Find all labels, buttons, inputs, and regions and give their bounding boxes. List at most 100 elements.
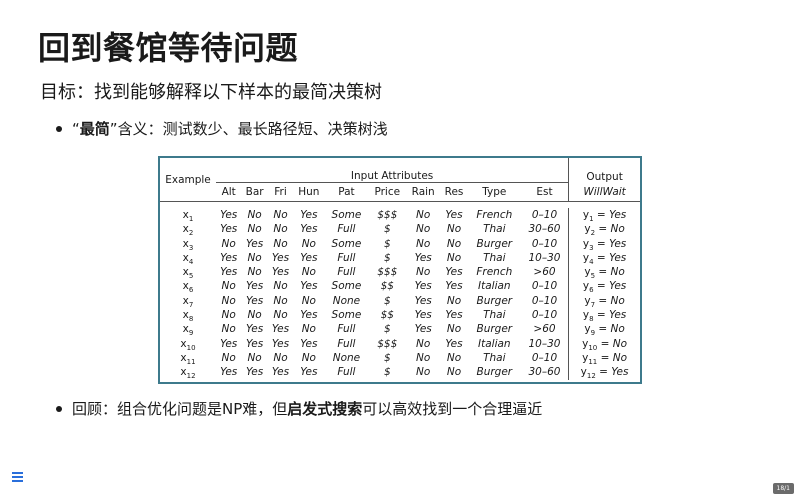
table-cell: Yes: [220, 223, 238, 236]
bullet-recall: 回顾：组合优化问题是NP难，但 启发式搜索 可以高效找到一个合理逼近: [56, 398, 542, 420]
table-cell: Full: [337, 323, 356, 336]
table-cell: Yes: [220, 251, 238, 264]
example-header: Example: [165, 173, 211, 186]
column-header: Bar: [245, 186, 264, 198]
table-cell: None: [332, 351, 361, 364]
table-cell: No: [247, 251, 262, 264]
table-cell: Yes: [414, 323, 432, 336]
table-cell: No: [247, 351, 262, 364]
table-cell: 30–60: [528, 223, 561, 236]
output-cell: y5 = No: [568, 265, 640, 280]
table-cell: Full: [337, 223, 356, 236]
table-cell: No: [247, 266, 262, 279]
table-cell: $: [383, 251, 391, 264]
table-cell: Yes: [300, 223, 318, 236]
column-header: Pat: [338, 186, 355, 198]
table-cell: Burger: [476, 366, 513, 379]
example-id: x10: [180, 337, 196, 352]
table-cell: No: [301, 351, 316, 364]
table-row: x7 No Yes No No None $ Yes No Burger 0–10 y7 = No: [160, 293, 640, 309]
table-cell: Yes: [445, 337, 463, 350]
table-cell: No: [273, 294, 288, 307]
output-cell: y7 = No: [568, 293, 640, 308]
table-row: x10 Yes Yes Yes Yes Full $$$ No Yes Italian 10–30 y…: [160, 336, 640, 352]
table-cell: French: [476, 209, 513, 221]
table-cell: Yes: [220, 337, 238, 350]
column-header: Price: [374, 186, 401, 198]
table-cell: Yes: [246, 366, 264, 379]
table-row: x8 No No No Yes Some $$ Yes Yes Thai 0–10 y8 = Yes: [160, 308, 640, 323]
table-cell: Yes: [220, 266, 238, 279]
table-cell: No: [301, 266, 316, 279]
table-cell: No: [247, 309, 262, 322]
table-cell: >60: [533, 266, 556, 279]
table-cell: No: [221, 237, 236, 250]
slide-title: 回到餐馆等待问题: [38, 29, 299, 67]
table-cell: No: [273, 351, 288, 364]
input-attributes-header: Input Attributes: [216, 158, 569, 183]
table-cell: Yes: [246, 294, 264, 307]
table-cell: $$$: [377, 337, 398, 350]
bullet-dot: [56, 126, 62, 132]
example-id: x9: [182, 323, 194, 338]
table-cell: Some: [331, 280, 362, 293]
hamburger-menu-icon[interactable]: [12, 472, 23, 482]
table-cell: No: [221, 294, 236, 307]
table-cell: Yes: [300, 366, 318, 379]
table-cell: Yes: [300, 309, 318, 322]
bullet-simplest-meaning: “最简 ”含义：测试数少、最长路径短、决策树浅: [56, 118, 388, 140]
table-cell: Yes: [445, 266, 463, 279]
example-id: x6: [182, 280, 194, 295]
table-cell: No: [446, 237, 462, 250]
table-cell: 0–10: [531, 294, 558, 307]
table-cell: No: [247, 209, 262, 221]
table-cell: 30–60: [528, 366, 561, 379]
table-cell: Full: [337, 337, 356, 350]
table-cell: No: [446, 351, 462, 364]
column-header: Hun: [298, 186, 320, 198]
table-cell: No: [301, 323, 316, 336]
example-id: x12: [180, 366, 196, 381]
table-cell: Yes: [300, 251, 318, 264]
table-cell: No: [221, 351, 236, 364]
column-header: Est: [536, 186, 553, 198]
table-cell: Yes: [271, 251, 290, 264]
table-cell: Yes: [445, 309, 463, 322]
slide-goal: 目标：找到能够解释以下样本的最简决策树: [40, 82, 382, 103]
table-row: x5 Yes No Yes No Full $$$ No Yes French >60 y5 = No: [160, 265, 640, 280]
example-id: x7: [182, 294, 194, 309]
table-cell: French: [476, 266, 513, 279]
table-cell: No: [221, 309, 236, 322]
table-cell: Yes: [246, 237, 264, 250]
table-row: x2 Yes No No Yes Full $ No No Thai 30–60 y2 = No: [160, 222, 640, 237]
column-header: Res: [444, 186, 464, 198]
example-id: x1: [182, 209, 194, 224]
table-cell: Yes: [414, 280, 432, 293]
table-cell: Full: [337, 366, 356, 379]
table-cell: Yes: [246, 280, 264, 293]
table-cell: $: [383, 294, 391, 307]
example-id: x11: [180, 351, 196, 367]
table-cell: Yes: [271, 323, 290, 336]
bullet-dot: [56, 406, 62, 412]
table-cell: Yes: [300, 209, 318, 221]
bullet2-pre: 回顾：组合优化问题是NP难，但: [72, 400, 288, 418]
table-cell: No: [273, 237, 288, 250]
table-row: x4 Yes No Yes Yes Full $ Yes No Thai 10–30 y4 = Yes: [160, 250, 640, 266]
table-cell: $$$: [377, 209, 398, 221]
table-cell: Thai: [483, 223, 506, 236]
table-cell: Yes: [246, 337, 264, 350]
table-cell: $$: [380, 309, 394, 322]
bullet1-open-quote: “: [72, 120, 80, 138]
table-cell: Yes: [414, 309, 432, 322]
table-cell: 0–10: [531, 280, 558, 293]
output-cell: y4 = Yes: [568, 250, 640, 265]
table-cell: No: [416, 209, 431, 221]
table-cell: No: [273, 309, 288, 322]
table-row: x11 No No No No None $ No No Thai 0–10 y11 = No: [160, 350, 640, 367]
table-cell: $: [383, 351, 391, 364]
example-id: x4: [182, 251, 194, 266]
table-cell: $: [383, 366, 391, 379]
table-cell: Burger: [476, 237, 513, 250]
table-cell: No: [221, 323, 236, 336]
